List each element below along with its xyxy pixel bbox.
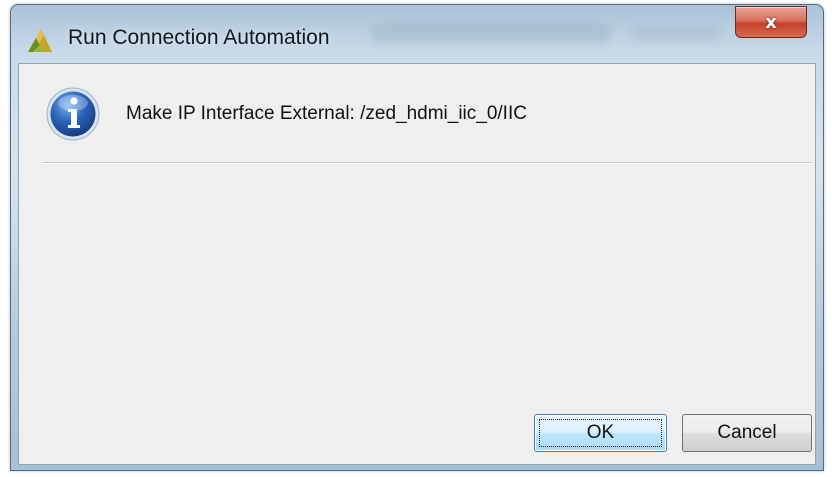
close-button[interactable]: x xyxy=(735,6,807,38)
screen: Run Connection Automation x Make IP Inte… xyxy=(0,0,832,477)
cancel-button-label: Cancel xyxy=(717,422,777,443)
vivado-logo-icon xyxy=(28,29,52,52)
title-bar[interactable]: Run Connection Automation x xyxy=(11,5,823,65)
title-bar-background-blur xyxy=(371,23,611,43)
close-icon: x xyxy=(765,11,777,33)
cancel-button[interactable]: Cancel xyxy=(682,414,812,452)
separator xyxy=(42,162,812,164)
info-icon xyxy=(46,87,100,141)
dialog-message: Make IP Interface External: /zed_hdmi_ii… xyxy=(126,103,527,124)
window-title: Run Connection Automation xyxy=(68,26,330,49)
title-bar-background-blur-2 xyxy=(631,27,721,41)
dialog-window: Run Connection Automation x Make IP Inte… xyxy=(10,4,824,471)
dialog-content: Make IP Interface External: /zed_hdmi_ii… xyxy=(18,63,816,465)
ok-button[interactable]: OK xyxy=(534,414,667,452)
focus-ring xyxy=(539,419,662,447)
